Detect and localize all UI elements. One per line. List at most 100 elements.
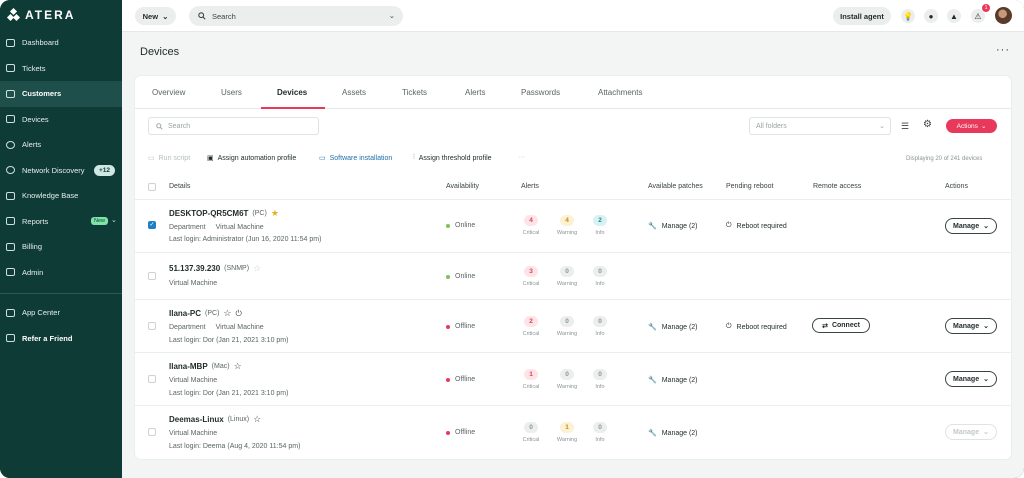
column-header-remote-access[interactable]: Remote access xyxy=(813,183,861,190)
device-name[interactable]: DESKTOP-QR5CM6T (PC) ★ xyxy=(169,208,279,219)
table-row[interactable]: ✓ DESKTOP-QR5CM6T (PC) ★ Department Virtual… xyxy=(135,199,1011,252)
manage-button[interactable]: Manage ⌄ xyxy=(945,371,997,387)
actions-button[interactable]: Actions ⌄ xyxy=(946,119,997,133)
table-row[interactable]: Deemas-Linux (Linux) ☆ Virtual Machine Las… xyxy=(135,405,1011,459)
connect-button[interactable]: ⇄ Connect xyxy=(812,318,870,333)
bell-icon[interactable]: ▲ xyxy=(947,9,961,23)
chat-icon[interactable]: ● xyxy=(924,9,938,23)
device-name[interactable]: Ilana-PC (PC) ☆ ⏻ xyxy=(169,308,242,319)
tab-attachments[interactable]: Attachments xyxy=(598,88,642,97)
tab-overview[interactable]: Overview xyxy=(152,88,185,97)
sidebar-item-label: Customers xyxy=(22,89,62,99)
tab-users[interactable]: Users xyxy=(221,88,242,97)
tab-alerts[interactable]: Alerts xyxy=(465,88,485,97)
table-row[interactable]: Ilana-PC (PC) ☆ ⏻ Department Virtual Machine… xyxy=(135,299,1011,352)
tab-passwords[interactable]: Passwords xyxy=(521,88,560,97)
assign-threshold-button[interactable]: ⫶ Assign threshold profile xyxy=(413,154,492,162)
sidebar-item-alerts[interactable]: Alerts xyxy=(0,132,122,158)
row-checkbox[interactable] xyxy=(148,375,156,383)
device-name-label: DESKTOP-QR5CM6T xyxy=(169,209,249,218)
sidebar-item-reports[interactable]: Reports New ⌄ xyxy=(0,209,122,235)
gear-icon[interactable]: ⚙ xyxy=(923,119,932,130)
new-button[interactable]: New ⌄ xyxy=(135,7,176,25)
critical-count[interactable]: 2 xyxy=(524,316,538,327)
sidebar-item-label: Alerts xyxy=(22,140,42,150)
patches-label: Manage (2) xyxy=(661,222,698,230)
more-icon[interactable]: ··· xyxy=(518,154,525,161)
filter-icon[interactable]: ☰ xyxy=(901,121,909,132)
logo[interactable]: ATERA xyxy=(6,7,75,22)
info-count[interactable]: 0 xyxy=(593,369,607,380)
wrench-icon: 🔧 xyxy=(648,377,657,384)
column-header-reboot[interactable]: Pending reboot xyxy=(726,183,773,190)
patches-link[interactable]: 🔧 Manage (2) xyxy=(648,429,698,438)
row-checkbox[interactable] xyxy=(148,428,156,436)
install-agent-button[interactable]: Install agent xyxy=(833,7,891,25)
row-checkbox[interactable] xyxy=(148,272,156,280)
device-name[interactable]: Deemas-Linux (Linux) ☆ xyxy=(169,414,261,425)
sidebar-item-network-discovery[interactable]: Network Discovery +12 xyxy=(0,158,122,184)
star-icon[interactable]: ☆ xyxy=(253,263,261,274)
manage-label: Manage xyxy=(953,222,980,230)
column-header-availability[interactable]: Availability xyxy=(446,183,479,190)
sidebar-item-app-center[interactable]: App Center xyxy=(0,300,122,326)
assign-automation-button[interactable]: ▣ Assign automation profile xyxy=(207,154,296,163)
column-header-patches[interactable]: Available patches xyxy=(648,183,703,190)
star-icon[interactable]: ☆ xyxy=(253,414,261,425)
star-icon[interactable]: ☆ xyxy=(223,308,231,319)
row-checkbox[interactable]: ✓ xyxy=(148,221,156,229)
wrench-icon: 🔧 xyxy=(648,324,657,331)
info-count[interactable]: 0 xyxy=(593,422,607,433)
critical-count[interactable]: 0 xyxy=(524,422,538,433)
patches-link[interactable]: 🔧 Manage (2) xyxy=(648,222,698,231)
critical-count[interactable]: 4 xyxy=(524,215,538,226)
info-count[interactable]: 0 xyxy=(593,266,607,277)
star-icon[interactable]: ☆ xyxy=(234,361,242,372)
manage-button[interactable]: Manage ⌄ xyxy=(945,318,997,334)
tab-assets[interactable]: Assets xyxy=(342,88,366,97)
critical-count[interactable]: 1 xyxy=(524,369,538,380)
column-header-details[interactable]: Details xyxy=(169,183,190,190)
sidebar-item-customers[interactable]: Customers xyxy=(0,81,122,107)
manage-button[interactable]: Manage ⌄ xyxy=(945,218,997,234)
info-count[interactable]: 2 xyxy=(593,215,607,226)
row-checkbox[interactable] xyxy=(148,322,156,330)
sidebar-item-refer-a-friend[interactable]: Refer a Friend xyxy=(0,326,122,352)
folders-select[interactable]: All folders ⌄ xyxy=(749,117,891,135)
availability-status: Online xyxy=(446,222,475,229)
global-search[interactable]: Search ⌄ xyxy=(189,6,403,26)
tab-devices[interactable]: Devices xyxy=(277,88,307,97)
sidebar-item-knowledge-base[interactable]: Knowledge Base xyxy=(0,183,122,209)
warning-count[interactable]: 0 xyxy=(560,266,574,277)
manage-button[interactable]: Manage ⌄ xyxy=(945,424,997,440)
table-row[interactable]: Ilana-MBP (Mac) ☆ Virtual Machine Last log… xyxy=(135,352,1011,405)
warning-count[interactable]: 1 xyxy=(560,422,574,433)
warning-count[interactable]: 0 xyxy=(560,316,574,327)
critical-count[interactable]: 3 xyxy=(524,266,538,277)
device-search-input[interactable]: Search xyxy=(148,117,319,135)
sidebar-nav: Dashboard Tickets Customers Devices Aler… xyxy=(0,30,122,351)
lightbulb-icon[interactable]: 💡 xyxy=(901,9,915,23)
warning-count[interactable]: 0 xyxy=(560,369,574,380)
select-all-checkbox[interactable] xyxy=(148,183,156,191)
software-installation-button[interactable]: ▭ Software installation xyxy=(319,154,392,163)
run-script-button[interactable]: ▭ Run script xyxy=(148,154,190,163)
avatar[interactable] xyxy=(995,7,1012,24)
patches-link[interactable]: 🔧 Manage (2) xyxy=(648,323,698,332)
sidebar-item-dashboard[interactable]: Dashboard xyxy=(0,30,122,56)
warning-count[interactable]: 4 xyxy=(560,215,574,226)
table-row[interactable]: 51.137.39.230 (SNMP) ☆ Virtual Machine Onl… xyxy=(135,252,1011,299)
device-name[interactable]: 51.137.39.230 (SNMP) ☆ xyxy=(169,263,261,274)
sidebar-item-admin[interactable]: Admin xyxy=(0,260,122,286)
tab-tickets[interactable]: Tickets xyxy=(402,88,427,97)
patches-link[interactable]: 🔧 Manage (2) xyxy=(648,376,698,385)
sidebar-item-devices[interactable]: Devices xyxy=(0,107,122,133)
info-count[interactable]: 0 xyxy=(593,316,607,327)
device-name[interactable]: Ilana-MBP (Mac) ☆ xyxy=(169,361,242,372)
sidebar-item-billing[interactable]: Billing xyxy=(0,234,122,260)
sidebar-item-label: Billing xyxy=(22,242,43,252)
column-header-alerts[interactable]: Alerts xyxy=(521,183,539,190)
sidebar-item-tickets[interactable]: Tickets xyxy=(0,56,122,82)
star-icon[interactable]: ★ xyxy=(271,208,279,219)
more-icon[interactable]: ··· xyxy=(996,44,1010,56)
